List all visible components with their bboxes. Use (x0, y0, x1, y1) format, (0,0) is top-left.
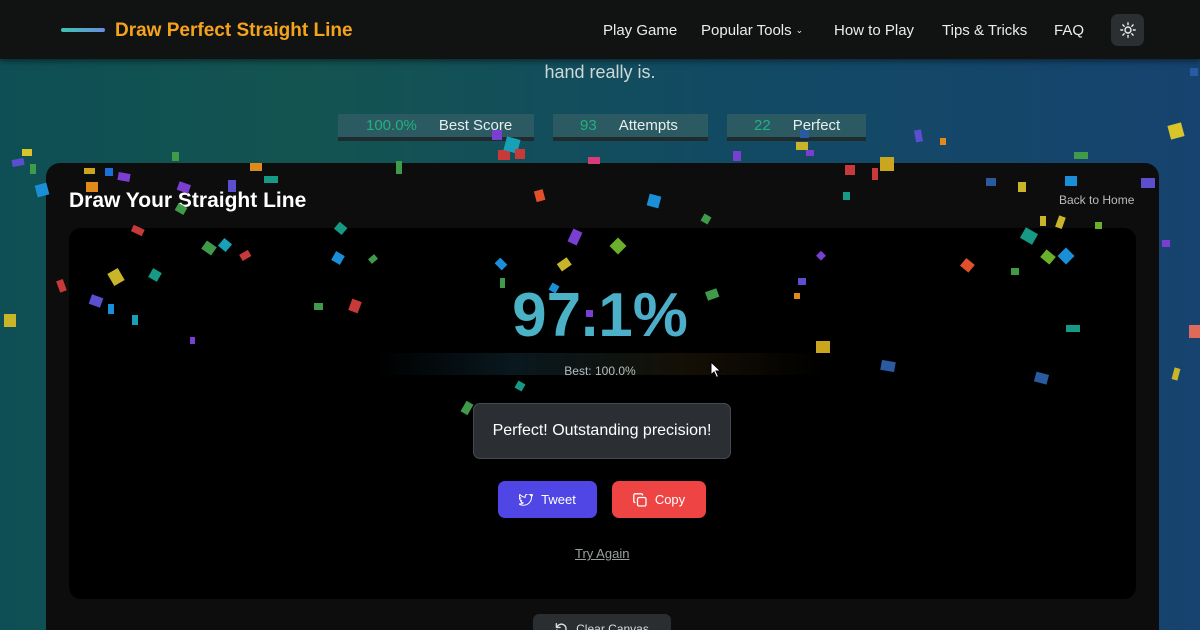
try-again-link[interactable]: Try Again (575, 546, 629, 561)
stat-label: Attempts (618, 117, 678, 134)
stat-label: Best Score (438, 117, 513, 134)
logo-line-icon (61, 28, 105, 32)
rotate-ccw-icon (555, 622, 567, 630)
back-to-home-link[interactable]: Back to Home (1059, 193, 1134, 207)
twitter-icon (519, 493, 534, 506)
clear-canvas-label: Clear Canvas (576, 622, 649, 630)
nav-faq[interactable]: FAQ (1054, 22, 1084, 39)
result-message: Perfect! Outstanding precision! (473, 403, 731, 459)
nav-popular-tools[interactable]: Popular Tools ⌄ (701, 22, 803, 39)
stat-value: 100.0% (366, 117, 417, 134)
stat-label: Perfect (792, 117, 841, 134)
chevron-down-icon: ⌄ (795, 25, 804, 35)
tweet-button[interactable]: Tweet (498, 481, 597, 518)
mouse-cursor-icon (710, 361, 722, 379)
copy-button[interactable]: Copy (612, 481, 706, 518)
stat-value: 22 (754, 117, 771, 134)
best-score-text: Best: 100.0% (564, 364, 636, 378)
copy-label: Copy (654, 492, 686, 507)
sun-icon (1119, 22, 1136, 38)
tweet-label: Tweet (541, 492, 576, 507)
nav-play-game[interactable]: Play Game (603, 22, 677, 39)
site-logo-text[interactable]: Draw Perfect Straight Line (115, 20, 353, 42)
intro-text: hand really is. (544, 62, 656, 82)
stat-value: 93 (580, 117, 597, 134)
stat-best-score: 100.0% Best Score (338, 114, 534, 141)
clear-canvas-button[interactable]: Clear Canvas (533, 614, 671, 630)
copy-icon (632, 492, 647, 507)
stat-perfect: 22 Perfect (727, 114, 866, 141)
theme-toggle-button[interactable] (1111, 14, 1144, 46)
nav-tips-tricks[interactable]: Tips & Tricks (942, 22, 1027, 39)
score-display: 97.1% (0, 280, 1200, 351)
nav-popular-tools-label: Popular Tools (701, 22, 792, 39)
nav-how-to-play[interactable]: How to Play (834, 22, 914, 39)
stat-attempts: 93 Attempts (553, 114, 708, 141)
panel-title: Draw Your Straight Line (69, 189, 307, 212)
top-navbar: Draw Perfect Straight Line Play Game Pop… (0, 0, 1200, 59)
